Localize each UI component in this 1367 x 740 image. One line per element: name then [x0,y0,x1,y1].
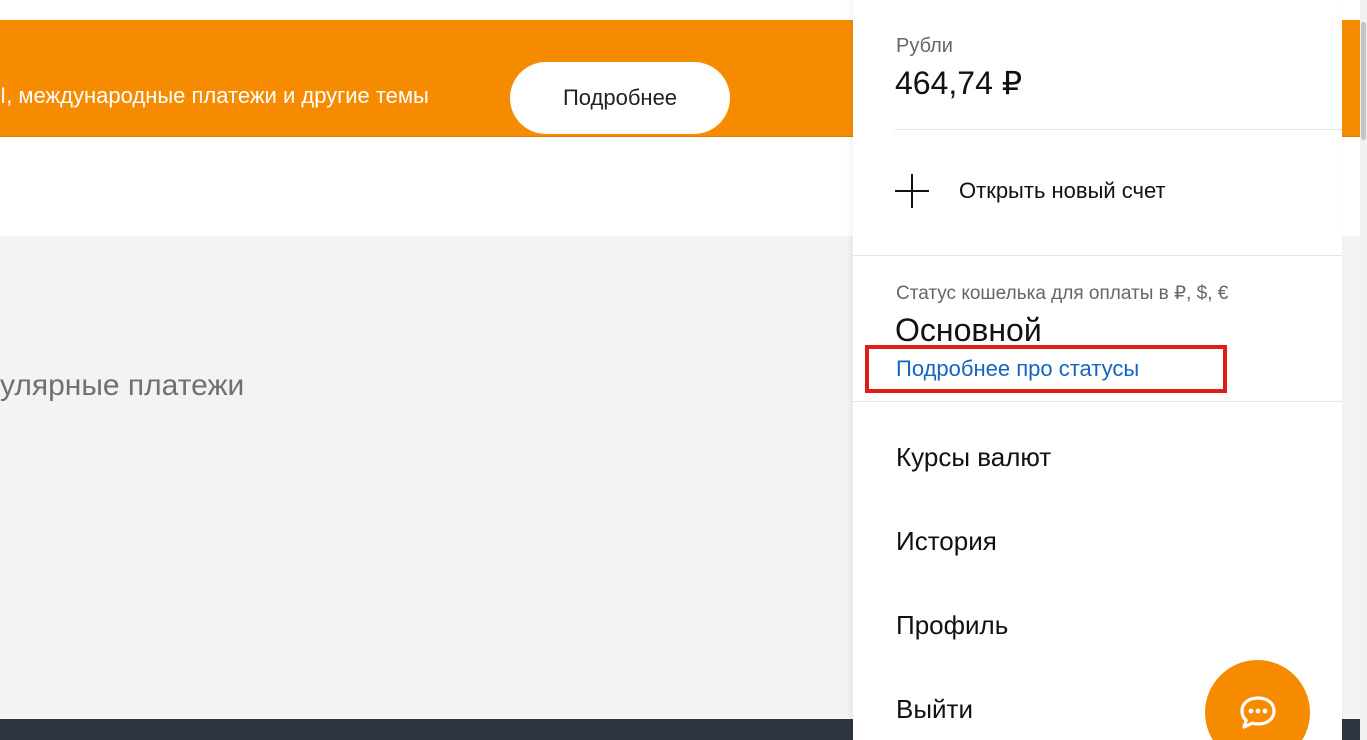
highlight-annotation [865,345,1227,393]
banner-text: I, международные платежи и другие темы [0,83,429,108]
open-new-account-button[interactable]: Открыть новый счет [895,170,1166,212]
wallet-status-value: Основной [895,312,1042,348]
wallet-status-caption: Статус кошелька для оплаты в ₽, $, € [896,283,1229,304]
divider [895,129,1342,130]
section-heading: улярные платежи [0,369,245,402]
rub-balance[interactable]: 464,74 ₽ [895,64,1022,102]
menu-item-exchange-rates[interactable]: Курсы валют [896,442,1051,473]
chat-bubble-icon [1239,695,1276,729]
page: I, международные платежи и другие темы П… [0,0,1367,740]
menu-item-profile[interactable]: Профиль [896,610,1008,641]
menu-item-history[interactable]: История [896,526,997,557]
rub-wallet-label: Рубли [896,35,953,57]
scrollbar-thumb[interactable] [1361,22,1366,140]
open-new-account-label: Открыть новый счет [959,178,1166,203]
divider [853,255,1342,256]
banner-more-button[interactable]: Подробнее [510,62,730,134]
plus-icon [895,174,929,208]
menu-item-logout[interactable]: Выйти [896,694,973,725]
account-dropdown-panel: Рубли 464,74 ₽ Открыть новый счет Статус… [853,0,1342,740]
divider [853,401,1342,402]
